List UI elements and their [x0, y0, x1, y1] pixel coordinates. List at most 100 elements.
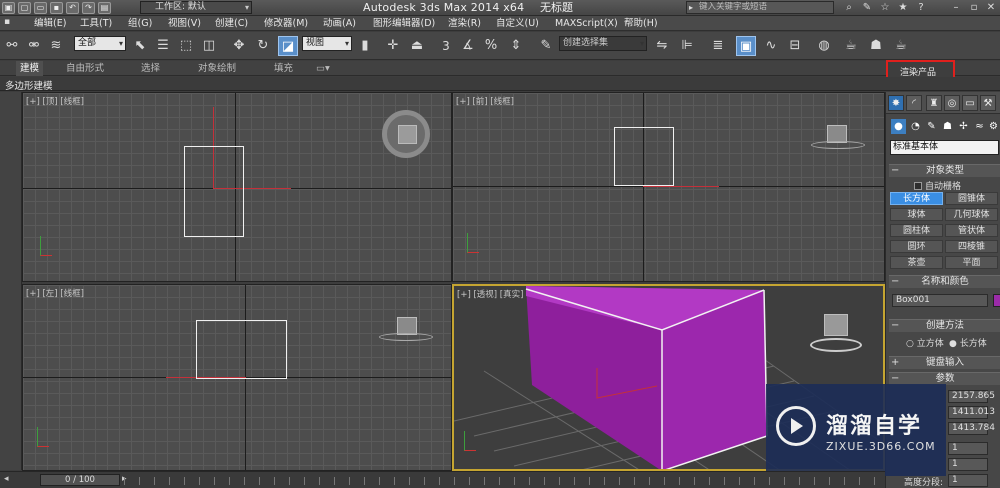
prev-frame-icon[interactable]: ◂ — [4, 474, 18, 486]
search-input[interactable]: ▸ 键入关键字或短语 — [686, 1, 834, 14]
viewcube-icon[interactable] — [382, 110, 430, 158]
new-file-icon[interactable]: ▢ — [18, 2, 31, 14]
box-outline[interactable] — [184, 146, 244, 237]
material-editor-icon[interactable]: ◍ — [814, 36, 834, 56]
viewport-front-label[interactable]: [+] [前] [线框] — [456, 95, 514, 107]
layer-explorer-icon[interactable]: ≣ — [708, 36, 728, 56]
schematic-view-icon[interactable]: ⊟ — [785, 36, 805, 56]
time-slider[interactable]: 0 / 100 — [40, 474, 120, 486]
width-segs-input[interactable]: 1 — [948, 458, 988, 471]
favorites-icon[interactable]: ★ — [896, 1, 910, 14]
curve-editor-icon[interactable]: ∿ — [761, 36, 781, 56]
save-icon[interactable]: ▪ — [50, 2, 63, 14]
rendered-frame-icon[interactable]: ☗ — [866, 36, 886, 56]
cameras-icon[interactable]: ☗ — [940, 119, 955, 134]
plane-button[interactable]: 平面 — [945, 256, 998, 269]
viewcube-icon[interactable] — [824, 314, 848, 336]
hierarchy-tab-icon[interactable]: ♜ — [926, 95, 942, 111]
cylinder-button[interactable]: 圆柱体 — [890, 224, 943, 237]
tab-freeform[interactable]: 自由形式 — [66, 61, 104, 76]
undo-icon[interactable]: ↶ — [66, 2, 79, 14]
tab-populate[interactable]: 填充 — [274, 61, 293, 76]
viewport-perspective-label[interactable]: [+] [透视] [真实] — [457, 288, 523, 300]
pyramid-button[interactable]: 四棱锥 — [945, 240, 998, 253]
keyboard-shortcut-icon[interactable]: ⏏ — [407, 36, 427, 56]
torus-button[interactable]: 圆环 — [890, 240, 943, 253]
viewport-front[interactable]: [+] [前] [线框] — [452, 92, 885, 282]
box-outline[interactable] — [196, 320, 287, 379]
viewport-left[interactable]: [+] [左] [线框] — [22, 284, 452, 471]
tab-selection[interactable]: 选择 — [141, 61, 160, 76]
menu-edit[interactable]: 编辑(E) — [34, 16, 66, 31]
object-color-swatch[interactable] — [993, 294, 1000, 307]
redo-icon[interactable]: ↷ — [82, 2, 95, 14]
object-category-dropdown[interactable]: 标准基本体 — [890, 140, 999, 155]
motion-tab-icon[interactable]: ◎ — [944, 95, 960, 111]
polygon-modeling-label[interactable]: 多边形建模 — [5, 78, 53, 92]
menu-create[interactable]: 创建(C) — [215, 16, 248, 31]
menu-modifiers[interactable]: 修改器(M) — [264, 16, 308, 31]
pivot-center-icon[interactable]: ▮ — [355, 36, 375, 56]
selection-filter-dropdown[interactable]: 全部 — [74, 36, 126, 51]
object-type-rollout[interactable]: − 对象类型 — [889, 164, 1000, 177]
modify-tab-icon[interactable]: ◜ — [906, 95, 922, 111]
unlink-icon[interactable]: ⚮ — [24, 36, 44, 56]
display-tab-icon[interactable]: ▭ — [962, 95, 978, 111]
viewport-top-label[interactable]: [+] [顶] [线框] — [26, 95, 84, 107]
reference-coord-dropdown[interactable]: 视图 — [302, 36, 352, 51]
toggle-ribbon-icon[interactable]: ▣ — [736, 36, 756, 56]
utilities-tab-icon[interactable]: ⚒ — [980, 95, 996, 111]
menu-view[interactable]: 视图(V) — [168, 16, 201, 31]
spacewarps-icon[interactable]: ≈ — [972, 119, 987, 134]
snap-toggle-icon[interactable]: 3 — [436, 36, 456, 56]
tab-modeling[interactable]: 建模 — [16, 61, 44, 76]
menu-rendering[interactable]: 渲染(R) — [448, 16, 481, 31]
creation-method-rollout[interactable]: − 创建方法 — [889, 319, 1000, 332]
viewport-left-label[interactable]: [+] [左] [线框] — [26, 287, 84, 299]
geosphere-button[interactable]: 几何球体 — [945, 208, 998, 221]
menu-customize[interactable]: 自定义(U) — [496, 16, 539, 31]
select-manipulate-icon[interactable]: ✛ — [383, 36, 403, 56]
menu-help[interactable]: 帮助(H) — [624, 16, 658, 31]
menu-group[interactable]: 组(G) — [128, 16, 152, 31]
cube-radio[interactable]: ○ 立方体 — [906, 336, 944, 349]
project-folder-icon[interactable]: ▤ — [98, 2, 111, 14]
workspace-dropdown[interactable]: 工作区: 默认 — [140, 1, 252, 14]
box-outline[interactable] — [614, 127, 674, 186]
help-icon[interactable]: ? — [914, 1, 928, 14]
keyboard-entry-rollout[interactable]: + 键盘输入 — [889, 356, 1000, 369]
menu-maxscript[interactable]: MAXScript(X) — [555, 16, 618, 31]
sphere-button[interactable]: 球体 — [890, 208, 943, 221]
timeline-ticks[interactable] — [124, 477, 884, 485]
ribbon-options-icon[interactable]: ▭▾ — [316, 61, 330, 76]
menu-tools[interactable]: 工具(T) — [80, 16, 112, 31]
angle-snap-icon[interactable]: ∡ — [458, 36, 478, 56]
select-object-icon[interactable]: ⬉ — [130, 36, 150, 56]
lights-icon[interactable]: ✎ — [924, 119, 939, 134]
helpers-icon[interactable]: ✢ — [956, 119, 971, 134]
select-by-name-icon[interactable]: ☰ — [153, 36, 173, 56]
window-crossing-icon[interactable]: ◫ — [199, 36, 219, 56]
search-icon[interactable]: ⌕ — [842, 1, 856, 14]
box-button[interactable]: 长方体 — [890, 192, 943, 205]
link-icon[interactable]: ⚯ — [2, 36, 22, 56]
name-color-rollout[interactable]: − 名称和颜色 — [889, 275, 1000, 288]
close-button[interactable]: ✕ — [983, 0, 999, 15]
menu-graph-editors[interactable]: 图形编辑器(D) — [373, 16, 435, 31]
viewport-top[interactable]: [+] [顶] [线框] — [22, 92, 452, 282]
create-tab-icon[interactable]: ✸ — [888, 95, 904, 111]
app-menu-icon[interactable]: ▣ — [2, 2, 15, 14]
scale-icon[interactable]: ◪ — [278, 36, 298, 56]
cone-button[interactable]: 圆锥体 — [945, 192, 998, 205]
width-input[interactable]: 1411.013 — [948, 406, 995, 419]
edit-named-sets-icon[interactable]: ✎ — [536, 36, 556, 56]
named-selection-sets-dropdown[interactable]: 创建选择集 — [559, 36, 647, 51]
systems-icon[interactable]: ⚙ — [986, 119, 1000, 134]
rotate-icon[interactable]: ↻ — [253, 36, 273, 56]
tab-object-paint[interactable]: 对象绘制 — [198, 61, 236, 76]
open-file-icon[interactable]: ▭ — [34, 2, 47, 14]
geometry-icon[interactable]: ● — [891, 119, 906, 134]
maximize-button[interactable]: ▫ — [966, 0, 982, 15]
spinner-snap-icon[interactable]: ⇕ — [506, 36, 526, 56]
height-segs-input[interactable]: 1 — [948, 474, 988, 487]
